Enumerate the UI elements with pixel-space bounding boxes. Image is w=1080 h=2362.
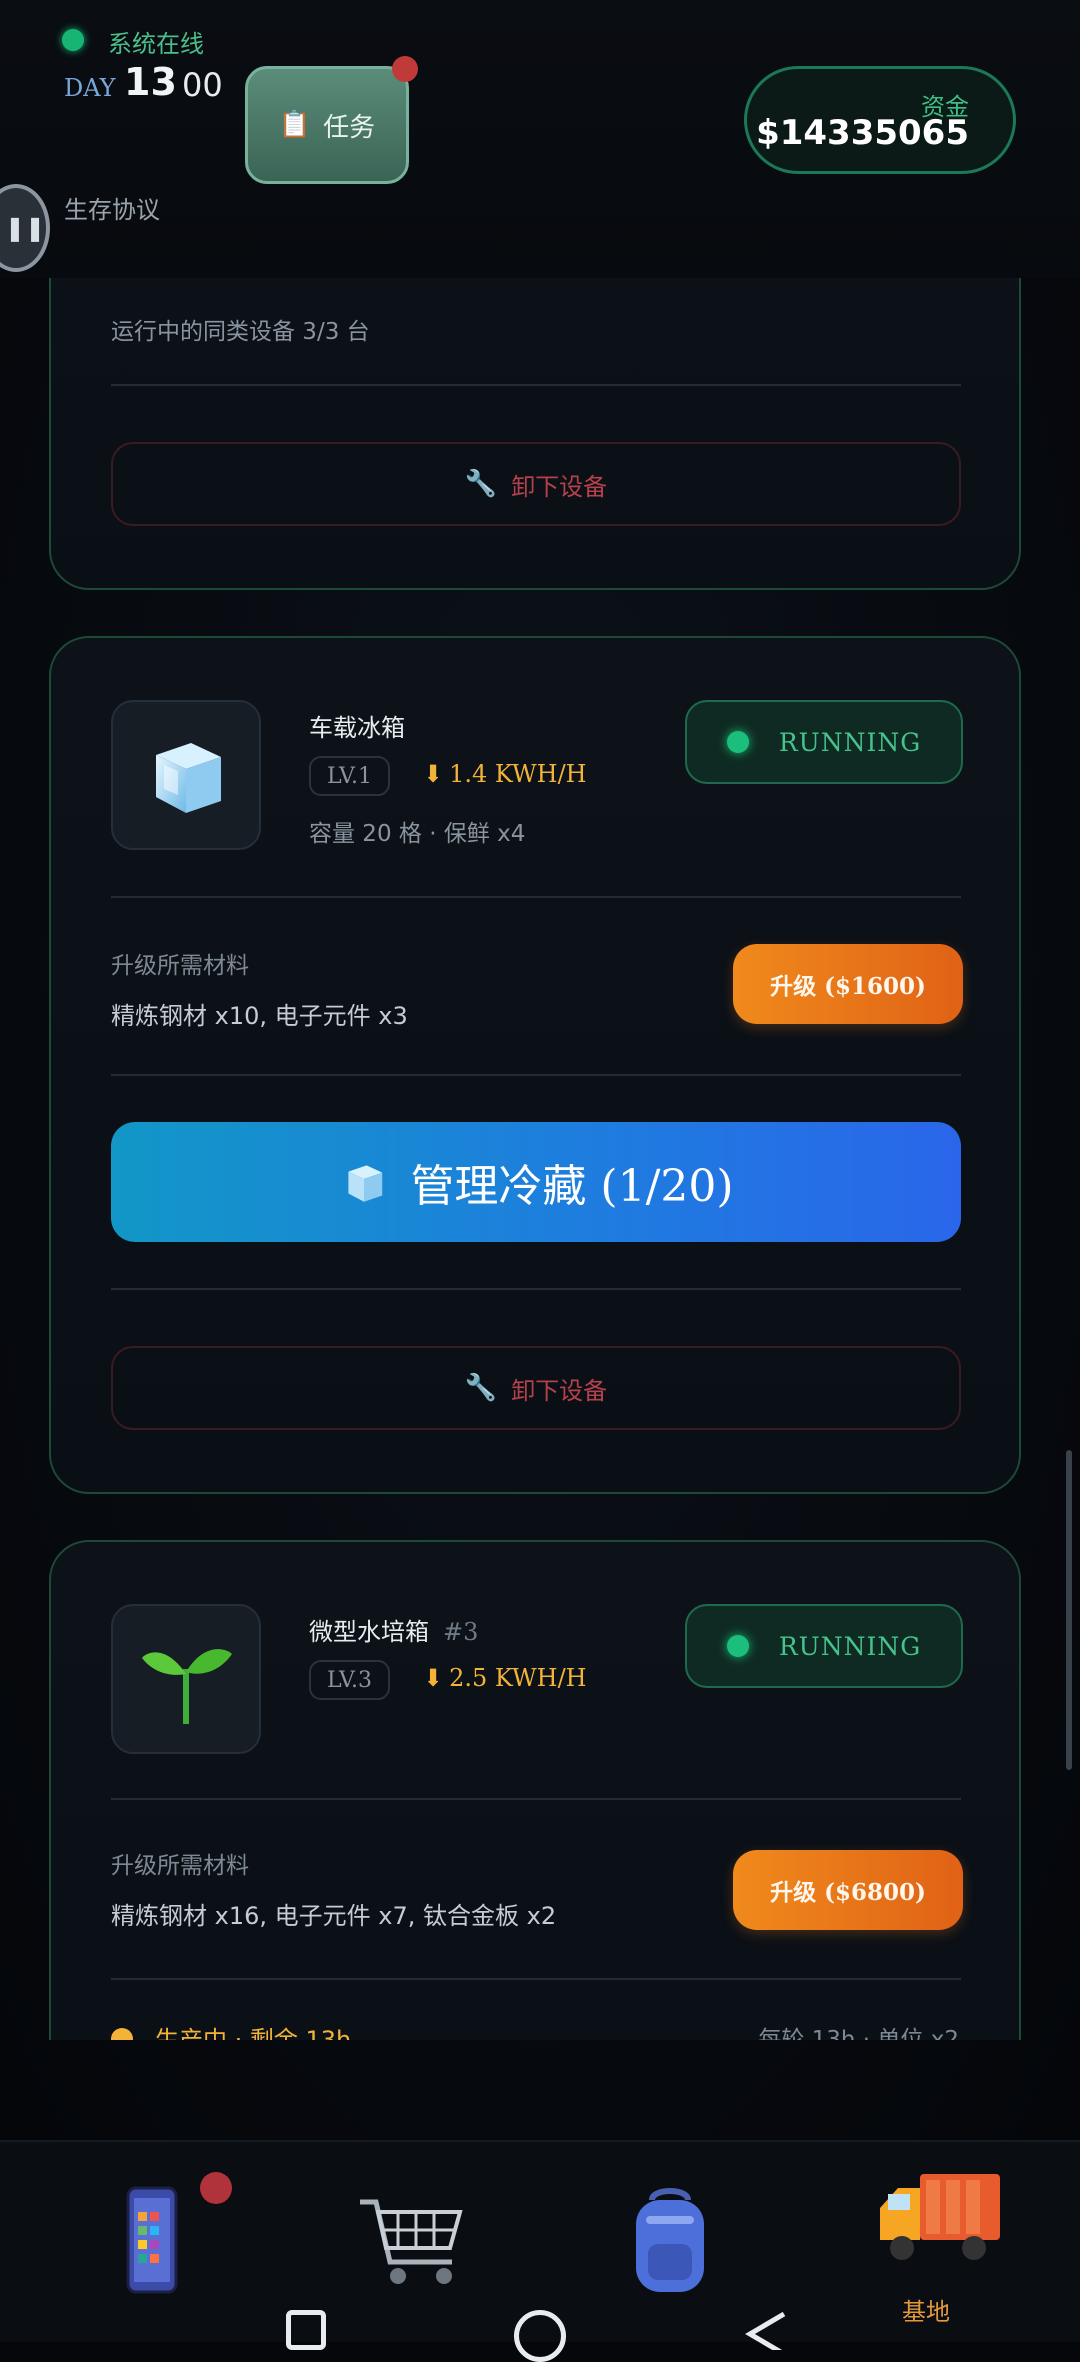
production-status: 生产中 · 剩余 13h <box>155 2026 352 2040</box>
status-badge[interactable]: RUNNING <box>685 700 963 784</box>
divider <box>111 1798 961 1800</box>
power-usage: ⬇ 1.4 KWH/H <box>423 760 587 788</box>
scrollbar[interactable] <box>1066 1450 1072 1770</box>
pause-icon: ❚❚ <box>4 214 46 242</box>
ice-cube-icon <box>348 1165 383 1202</box>
recent-apps-icon[interactable] <box>286 2310 326 2350</box>
funds-value: $14335065 <box>756 113 969 153</box>
materials-value: 精炼钢材 x16, 电子元件 x7, 钛合金板 x2 <box>111 1902 557 1930</box>
unload-button[interactable]: 🔧 卸下设备 <box>111 1346 961 1430</box>
funds-display: 资金 $14335065 <box>744 66 1016 174</box>
arrow-down-icon: ⬇ <box>423 760 444 788</box>
day-number: 13 <box>124 60 177 104</box>
shopping-cart-icon <box>360 2199 463 2284</box>
divider <box>111 384 961 386</box>
hydroponics-icon-box <box>111 1604 261 1754</box>
tasks-button[interactable]: 📋 任务 <box>245 66 409 184</box>
nav-backpack[interactable] <box>600 2182 740 2322</box>
upgrade-button[interactable]: 升级 ($6800) <box>733 1850 963 1930</box>
production-cycle: 每轮 13h · 单位 x2 <box>758 2027 959 2040</box>
manage-label: 管理冷藏 (1/20) <box>410 1161 734 1212</box>
divider <box>111 1074 961 1076</box>
wrench-icon: 🔧 <box>464 469 498 499</box>
home-icon[interactable] <box>514 2310 566 2362</box>
materials-label: 升级所需材料 <box>111 1853 249 1879</box>
phone-icon <box>126 2186 178 2294</box>
system-status: 系统在线 <box>108 30 204 58</box>
level-badge: LV.1 <box>309 756 391 796</box>
divider <box>111 896 961 898</box>
clipboard-icon: 📋 <box>278 110 312 140</box>
device-list[interactable]: 运行中的同类设备 3/3 台 🔧 卸下设备 车载冰箱 LV.1 ⬇ 1.4 KW… <box>0 0 1080 2040</box>
nav-base[interactable] <box>870 2158 1010 2298</box>
upgrade-button[interactable]: 升级 ($1600) <box>733 944 963 1024</box>
wrench-icon: 🔧 <box>464 1373 498 1403</box>
top-header: 系统在线 DAY 13 00 📋 任务 ❚❚ 生存协议 资金 $14335065 <box>0 0 1080 278</box>
tasks-label: 任务 <box>323 112 376 143</box>
divider <box>111 1978 961 1980</box>
unload-label: 卸下设备 <box>511 472 608 501</box>
pause-button[interactable]: ❚❚ <box>0 184 50 272</box>
truck-icon <box>880 2174 1000 2260</box>
device-name: 微型水培箱 #3 <box>309 1618 479 1646</box>
status-dot-icon <box>726 1635 749 1657</box>
day-label: DAY <box>64 74 116 102</box>
nav-shop[interactable] <box>340 2182 480 2322</box>
arrow-down-icon: ⬇ <box>423 1664 444 1692</box>
status-text: RUNNING <box>778 1631 922 1661</box>
unload-button[interactable]: 🔧 卸下设备 <box>111 442 961 526</box>
manage-fridge-button[interactable]: 管理冷藏 (1/20) <box>111 1122 961 1242</box>
device-details: 容量 20 格 · 保鲜 x4 <box>309 821 526 847</box>
sprout-icon <box>142 1649 232 1724</box>
device-card-hydroponics: 微型水培箱 #3 LV.3 ⬇ 2.5 KWH/H RUNNING 升级所需材料 精… <box>49 1540 1021 2040</box>
survival-protocol[interactable]: 生存协议 <box>64 190 160 225</box>
fridge-icon-box <box>111 700 261 850</box>
materials-value: 精炼钢材 x10, 电子元件 x3 <box>111 1002 408 1030</box>
divider <box>111 1288 961 1290</box>
running-count-text: 运行中的同类设备 3/3 台 <box>111 319 370 345</box>
materials-label: 升级所需材料 <box>111 953 249 979</box>
status-dot-icon <box>726 731 749 753</box>
back-icon[interactable] <box>742 2310 792 2350</box>
day-minutes: 00 <box>182 66 223 104</box>
status-badge[interactable]: RUNNING <box>685 1604 963 1688</box>
device-name: 车载冰箱 <box>309 714 405 742</box>
backpack-icon <box>636 2188 704 2292</box>
nav-phone[interactable] <box>82 2182 222 2322</box>
ice-cube-icon <box>156 743 221 813</box>
notification-badge <box>392 56 418 82</box>
device-card-fridge: 车载冰箱 LV.1 ⬇ 1.4 KWH/H 容量 20 格 · 保鲜 x4 RUN… <box>49 636 1021 1494</box>
online-dot-icon <box>62 29 84 51</box>
status-text: RUNNING <box>778 727 922 757</box>
production-dot-icon <box>111 2028 133 2040</box>
notification-badge <box>200 2172 232 2204</box>
device-number: #3 <box>443 1618 479 1646</box>
system-nav-bar <box>0 2310 1080 2362</box>
level-badge: LV.3 <box>309 1660 391 1700</box>
power-usage: ⬇ 2.5 KWH/H <box>423 1664 587 1692</box>
unload-label: 卸下设备 <box>511 1376 608 1405</box>
